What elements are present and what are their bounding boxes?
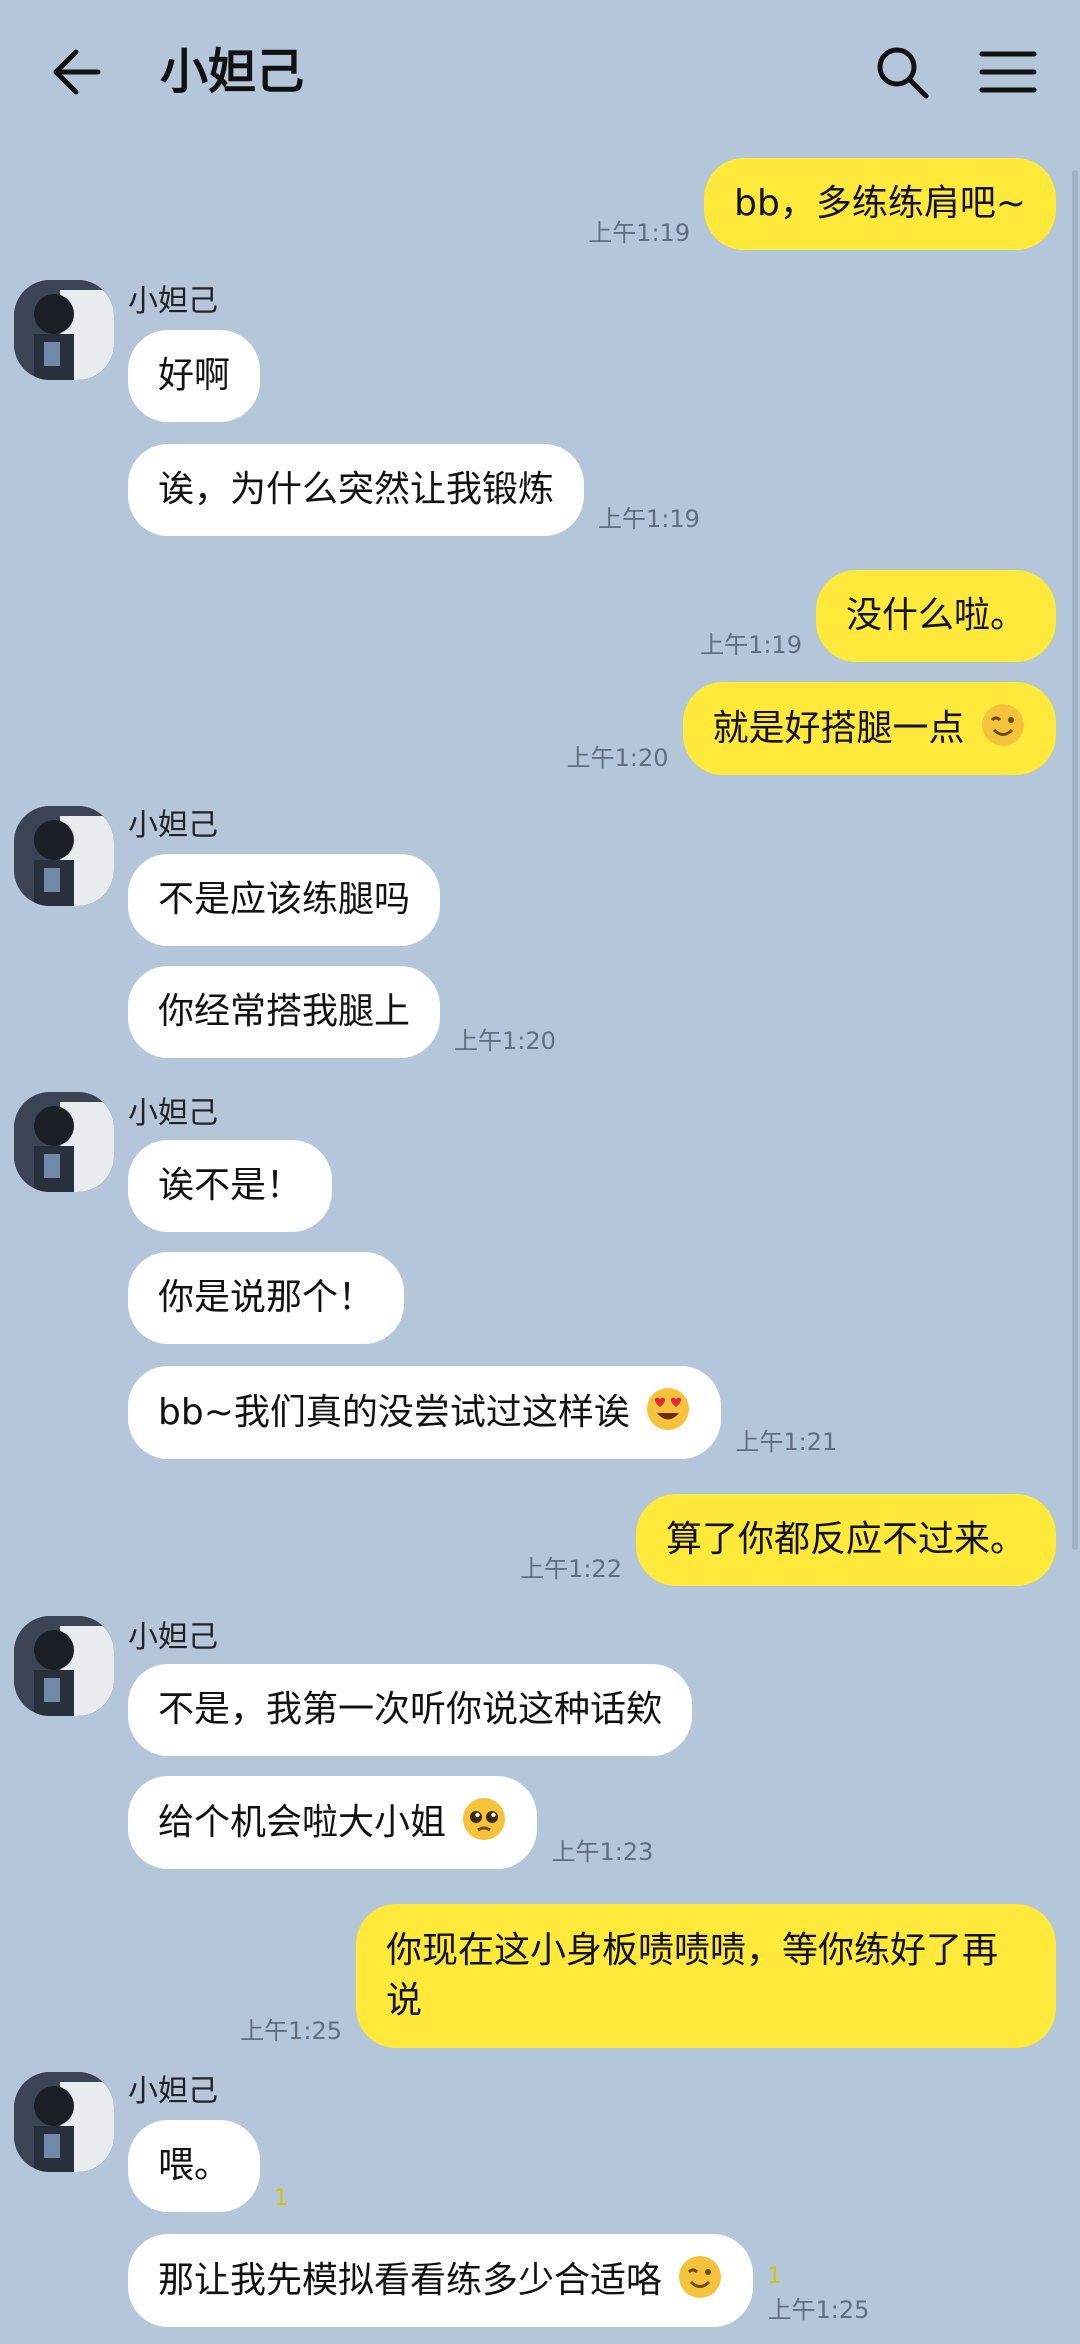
message-time: 上午1:20 <box>566 744 669 772</box>
wink-emoji-icon <box>982 704 1024 746</box>
scrollbar[interactable] <box>1072 170 1078 1550</box>
message-text: 不是，我第一次听你说这种话欸 <box>158 1689 663 1730</box>
message-received: 那让我先模拟看看练多少合适咯 1 上午1:25 <box>128 2234 883 2327</box>
message-time: 上午1:19 <box>598 505 700 533</box>
message-text: 好啊 <box>158 355 231 396</box>
unread-count: 1 <box>274 2186 289 2211</box>
sender-name: 小妲己 <box>128 2074 218 2109</box>
message-bubble[interactable]: bb，多练练肩吧~ <box>704 158 1056 250</box>
message-time: 上午1:25 <box>240 2017 342 2045</box>
message-time: 上午1:19 <box>588 219 691 247</box>
message-bubble[interactable]: 你现在这小身板啧啧啧，等你练好了再说 <box>356 1904 1056 2048</box>
message-time: 上午1:19 <box>700 631 802 659</box>
message-bubble[interactable]: 没什么啦。 <box>815 570 1056 662</box>
message-text: 给个机会啦大小姐 <box>158 1802 447 1843</box>
sender-name: 小妲己 <box>128 284 218 319</box>
message-received: 给个机会啦大小姐 上午1:23 <box>128 1776 667 1869</box>
message-time: 上午1:22 <box>520 1555 622 1583</box>
contact-avatar-image <box>14 2072 114 2172</box>
message-bubble[interactable]: 诶，为什么突然让我锻炼 <box>128 444 585 536</box>
message-received: 诶不是！ <box>128 1140 333 1232</box>
wink-emoji-icon <box>679 2256 722 2298</box>
message-time: 上午1:20 <box>454 1027 556 1055</box>
message-received: 不是应该练腿吗 <box>128 854 441 946</box>
message-sent: 没什么啦。 上午1:19 <box>686 570 1056 662</box>
message-text: 喂。 <box>158 2145 231 2186</box>
message-text: 那让我先模拟看看练多少合适咯 <box>158 2260 663 2301</box>
message-bubble[interactable]: 不是，我第一次听你说这种话欸 <box>128 1664 693 1756</box>
message-text: 就是好搭腿一点 <box>712 708 965 749</box>
avatar[interactable] <box>14 806 114 906</box>
message-text: bb，多练练肩吧~ <box>734 183 1026 224</box>
message-text: bb~我们真的没尝试过这样诶 <box>158 1392 630 1433</box>
message-time: 上午1:25 <box>767 2296 870 2324</box>
pleading-emoji-icon <box>463 1798 506 1840</box>
menu-button[interactable] <box>976 40 1040 104</box>
message-received: bb~我们真的没尝试过这样诶 上午1:21 <box>128 1366 851 1459</box>
message-sent: 算了你都反应不过来。 上午1:22 <box>506 1494 1056 1586</box>
message-bubble[interactable]: 就是好搭腿一点 <box>682 682 1056 775</box>
message-bubble[interactable]: 你经常搭我腿上 <box>128 966 441 1058</box>
chat-title: 小妲己 <box>160 44 305 100</box>
message-received: 不是，我第一次听你说这种话欸 <box>128 1664 693 1756</box>
avatar[interactable] <box>14 280 114 380</box>
message-bubble[interactable]: 不是应该练腿吗 <box>128 854 441 946</box>
message-bubble[interactable]: 给个机会啦大小姐 <box>128 1776 538 1869</box>
message-received: 喂。 1 <box>128 2120 288 2212</box>
contact-avatar-image <box>14 280 114 380</box>
heart-eyes-emoji-icon <box>647 1388 690 1430</box>
message-bubble[interactable]: bb~我们真的没尝试过这样诶 <box>128 1366 722 1459</box>
message-text: 算了你都反应不过来。 <box>665 1519 1026 1560</box>
message-time: 上午1:21 <box>735 1428 838 1456</box>
message-received: 好啊 <box>128 330 261 422</box>
message-bubble[interactable]: 那让我先模拟看看练多少合适咯 <box>128 2234 754 2327</box>
sender-name: 小妲己 <box>128 808 218 843</box>
message-text: 你经常搭我腿上 <box>158 991 411 1032</box>
arrow-left-icon <box>53 49 101 95</box>
message-received: 你是说那个！ <box>128 1252 405 1344</box>
chat-header: 小妲己 <box>0 0 1080 140</box>
message-text: 诶，为什么突然让我锻炼 <box>158 469 555 510</box>
contact-avatar-image <box>14 1092 114 1192</box>
unread-count: 1 <box>767 2264 782 2289</box>
avatar[interactable] <box>14 2072 114 2172</box>
message-bubble[interactable]: 诶不是！ <box>128 1140 333 1232</box>
message-sent: 你现在这小身板啧啧啧，等你练好了再说 上午1:25 <box>226 1904 1056 2048</box>
message-text: 没什么啦。 <box>845 595 1026 636</box>
message-text: 诶不是！ <box>158 1165 303 1206</box>
search-icon <box>877 47 929 99</box>
message-text: 你是说那个！ <box>158 1277 375 1318</box>
back-button[interactable] <box>42 36 114 108</box>
sender-name: 小妲己 <box>128 1096 218 1131</box>
message-meta: 1 上午1:25 <box>753 2264 883 2327</box>
avatar[interactable] <box>14 1616 114 1716</box>
message-time: 上午1:23 <box>551 1838 654 1866</box>
hamburger-menu-icon <box>979 51 1037 93</box>
message-text: 不是应该练腿吗 <box>158 879 411 920</box>
message-bubble[interactable]: 算了你都反应不过来。 <box>635 1494 1056 1586</box>
message-received: 诶，为什么突然让我锻炼 上午1:19 <box>128 444 714 536</box>
message-bubble[interactable]: 喂。 <box>128 2120 261 2212</box>
message-bubble[interactable]: 好啊 <box>128 330 261 422</box>
message-sent: bb，多练练肩吧~ 上午1:19 <box>574 158 1056 250</box>
contact-avatar-image <box>14 806 114 906</box>
message-text: 你现在这小身板啧啧啧，等你练好了再说 <box>386 1930 999 2021</box>
contact-avatar-image <box>14 1616 114 1716</box>
message-received: 你经常搭我腿上 上午1:20 <box>128 966 570 1058</box>
search-button[interactable] <box>870 40 934 104</box>
message-bubble[interactable]: 你是说那个！ <box>128 1252 405 1344</box>
message-sent: 就是好搭腿一点 上午1:20 <box>553 682 1056 775</box>
sender-name: 小妲己 <box>128 1620 218 1655</box>
avatar[interactable] <box>14 1092 114 1192</box>
